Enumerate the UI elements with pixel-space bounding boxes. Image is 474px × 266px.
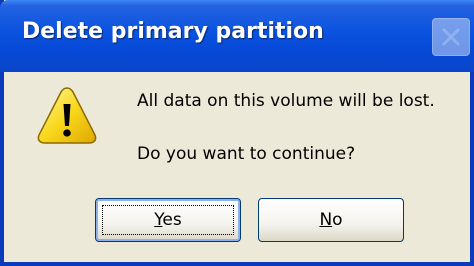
title-bar[interactable]: Delete primary partition: [0, 0, 474, 72]
warning-icon: [37, 87, 97, 144]
dialog-body: All data on this volume will be lost. Do…: [4, 72, 470, 266]
yes-mnemonic: Y: [154, 210, 163, 230]
message-line-data-loss: All data on this volume will be lost.: [137, 91, 435, 111]
no-label-rest: o: [332, 210, 343, 230]
message-line-confirm: Do you want to continue?: [137, 144, 356, 164]
yes-button[interactable]: Yes: [95, 198, 241, 242]
dialog-title: Delete primary partition: [22, 19, 324, 44]
yes-button-label: Yes: [154, 210, 181, 230]
no-mnemonic: N: [319, 210, 333, 230]
yes-label-rest: es: [162, 210, 182, 230]
close-icon: [441, 27, 461, 47]
close-button[interactable]: [432, 18, 470, 56]
no-button[interactable]: No: [258, 198, 404, 242]
delete-partition-dialog: Delete primary partition All data on thi…: [0, 0, 474, 266]
no-button-label: No: [319, 210, 342, 230]
